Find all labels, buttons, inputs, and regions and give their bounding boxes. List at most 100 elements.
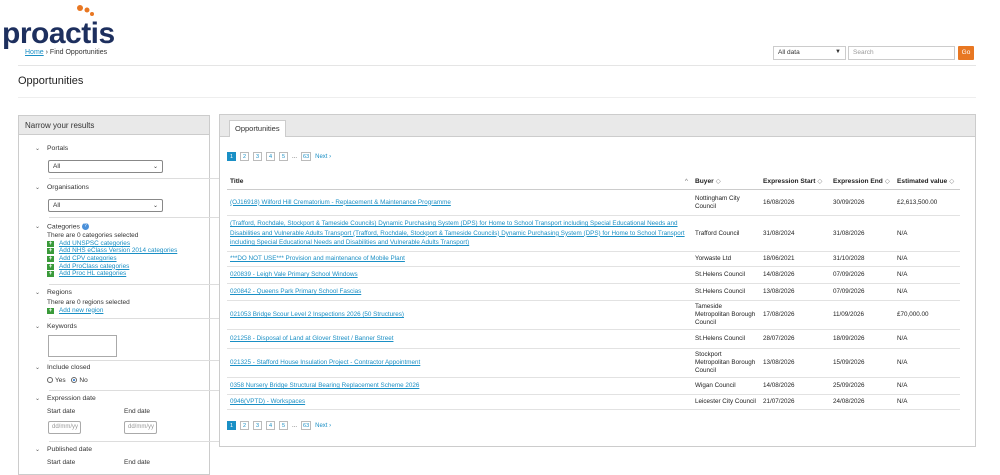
portals-section: ⌄ Portals [31, 145, 201, 152]
cell-title: ***DO NOT USE*** Provision and maintenan… [227, 251, 692, 267]
organisations-toggle[interactable]: ⌄ Organisations [31, 184, 201, 191]
next-page-link[interactable]: Next › [315, 154, 331, 160]
cell-title: 021258 - Disposal of Land at Glover Stre… [227, 329, 692, 349]
cell-start: 17/08/2026 [760, 300, 830, 330]
opportunity-link[interactable]: (Trafford, Rochdale, Stockport & Tamesid… [230, 220, 685, 246]
include-closed-yes-radio[interactable] [47, 377, 53, 384]
add-proclass-row: + Add ProClass categories [47, 263, 201, 271]
opportunity-link[interactable]: 021053 Bridge Scour Level 2 Inspections … [230, 311, 404, 318]
chevron-down-icon: ⌄ [152, 164, 158, 170]
col-expression-start[interactable]: Expression Start ◇ [760, 173, 830, 190]
plus-icon: + [47, 256, 54, 263]
categories-toggle[interactable]: ⌄ Categories? [31, 223, 201, 230]
regions-toggle[interactable]: ⌄ Regions [31, 289, 201, 296]
add-unspsc-link[interactable]: Add UNSPSC categories [59, 240, 130, 247]
cell-title: (OJ16918) Wilford Hill Crematorium - Rep… [227, 189, 692, 216]
col-estimated-value[interactable]: Estimated value ◇ [894, 173, 960, 190]
sort-icon: ◇ [715, 178, 721, 185]
cell-end: 24/08/2026 [830, 394, 894, 410]
section-divider [49, 217, 219, 218]
search-placeholder: Search [853, 49, 874, 56]
page-link[interactable]: 3 [253, 421, 262, 430]
table-header-row: Title ^ Buyer ◇ Expression Start ◇ Expressi… [227, 173, 960, 190]
cell-value: N/A [894, 283, 960, 301]
add-nhs-link[interactable]: Add NHS eClass Version 2014 categories [59, 247, 177, 254]
search-scope-select[interactable]: All data ▼ [773, 46, 846, 60]
keywords-input[interactable] [48, 335, 117, 357]
expression-end-input[interactable]: dd/mm/yy [124, 421, 157, 434]
cell-buyer: Tameside Metropolitan Borough Council [692, 300, 760, 330]
plus-icon: + [47, 248, 54, 255]
page-link-last[interactable]: 63 [301, 152, 312, 161]
col-title-label: Title [230, 177, 244, 185]
published-date-toggle[interactable]: ⌄ Published date [31, 446, 201, 453]
search-input[interactable]: Search [848, 46, 955, 60]
col-expression-end[interactable]: Expression End ◇ [830, 173, 894, 190]
add-proclass-link[interactable]: Add ProClass categories [59, 263, 129, 270]
results-panel: Opportunities 1 2 3 4 5... 63 Next › Title ^ Bu… [219, 114, 976, 447]
logo-text: proactis [2, 17, 115, 50]
keywords-toggle[interactable]: ⌄ Keywords [31, 323, 201, 330]
col-title[interactable]: Title ^ [227, 173, 692, 190]
go-button[interactable]: Go [958, 46, 974, 60]
cell-title: (Trafford, Rochdale, Stockport & Tamesid… [227, 215, 692, 252]
expression-date-toggle[interactable]: ⌄ Expression date [31, 395, 201, 402]
pagination-bottom: 1 2 3 4 5... 63 Next › [227, 421, 335, 430]
cell-value: N/A [894, 329, 960, 349]
page-title: Opportunities [18, 75, 84, 87]
cell-buyer: Nottingham City Council [692, 189, 760, 216]
include-closed-toggle[interactable]: ⌄ Include closed [31, 364, 201, 371]
page-link[interactable]: 1 [227, 152, 236, 161]
opportunity-link[interactable]: 0358 Nursery Bridge Structural Bearing R… [230, 382, 419, 389]
page-link[interactable]: 5 [279, 152, 288, 161]
include-closed-no-radio[interactable] [71, 377, 78, 384]
breadcrumb-home-link[interactable]: Home [25, 49, 44, 56]
portals-toggle[interactable]: ⌄ Portals [31, 145, 201, 152]
page-link[interactable]: 3 [253, 152, 262, 161]
page-link[interactable]: 1 [227, 421, 236, 430]
expression-start-input[interactable]: dd/mm/yy [48, 421, 81, 434]
page-link[interactable]: 2 [240, 421, 249, 430]
sort-up-icon: ^ [684, 177, 688, 185]
cell-end: 15/09/2026 [830, 348, 894, 378]
include-closed-title: Include closed [47, 364, 91, 371]
portals-select[interactable]: All ⌄ [48, 160, 163, 173]
opportunity-link[interactable]: 021325 - Stafford House Insulation Proje… [230, 359, 420, 366]
tab-opportunities[interactable]: Opportunities [229, 120, 286, 137]
opportunity-link[interactable]: ***DO NOT USE*** Provision and maintenan… [230, 255, 405, 262]
include-closed-options: Yes No [31, 377, 201, 384]
organisations-select[interactable]: All ⌄ [48, 199, 163, 212]
opportunity-link[interactable]: 0946(VPTD) - Workspaces [230, 398, 305, 405]
page-link[interactable]: 2 [240, 152, 249, 161]
section-divider [49, 318, 219, 319]
col-expression-start-label: Expression Start [763, 178, 816, 185]
chevron-down-icon: ⌄ [152, 203, 158, 209]
cell-title: 0946(VPTD) - Workspaces [227, 394, 692, 410]
add-cpv-link[interactable]: Add CPV categories [59, 255, 117, 262]
regions-title: Regions [47, 289, 72, 296]
keywords-section: ⌄ Keywords [31, 323, 201, 330]
add-prochl-link[interactable]: Add Proc HL categories [59, 270, 126, 277]
cell-start: 18/06/2021 [760, 251, 830, 267]
organisations-title: Organisations [47, 184, 89, 191]
chevron-down-icon: ⌄ [35, 185, 41, 191]
page-link[interactable]: 5 [279, 421, 288, 430]
cell-end: 11/09/2026 [830, 300, 894, 330]
col-buyer[interactable]: Buyer ◇ [692, 173, 760, 190]
opportunity-link[interactable]: 020842 - Queens Park Primary School Fasc… [230, 288, 361, 295]
cell-start: 14/08/2026 [760, 377, 830, 395]
table-row: 020842 - Queens Park Primary School Fasc… [227, 283, 960, 301]
next-page-link[interactable]: Next › [315, 423, 331, 429]
page-link-last[interactable]: 63 [301, 421, 312, 430]
page-link[interactable]: 4 [266, 152, 275, 161]
opportunity-link[interactable]: 021258 - Disposal of Land at Glover Stre… [230, 335, 393, 342]
opportunity-link[interactable]: 020839 - Leigh Vale Primary School Windo… [230, 271, 358, 278]
info-icon[interactable]: ? [81, 223, 89, 230]
cell-end: 31/08/2026 [830, 215, 894, 252]
add-cpv-row: + Add CPV categories [47, 255, 201, 263]
add-region-link[interactable]: Add new region [59, 307, 103, 314]
opportunity-link[interactable]: (OJ16918) Wilford Hill Crematorium - Rep… [230, 199, 451, 206]
page-link[interactable]: 4 [266, 421, 275, 430]
cell-value: N/A [894, 215, 960, 252]
chevron-down-icon: ▼ [835, 49, 841, 55]
